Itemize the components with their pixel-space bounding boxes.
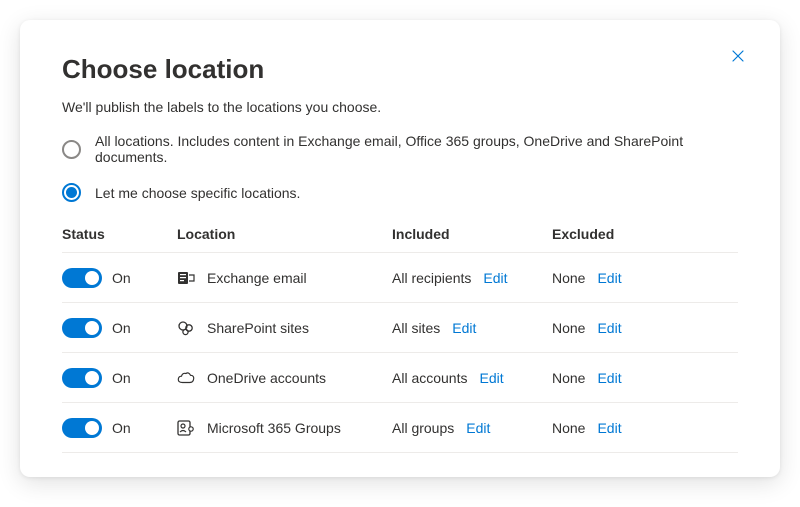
status-label: On	[112, 270, 131, 286]
edit-included-link[interactable]: Edit	[479, 370, 503, 386]
edit-included-link[interactable]: Edit	[452, 320, 476, 336]
table-row: On Exchange email All recipients Edit No…	[62, 253, 738, 303]
status-label: On	[112, 420, 131, 436]
location-name: Exchange email	[207, 270, 307, 286]
m365-groups-icon	[177, 419, 195, 437]
location-name: Microsoft 365 Groups	[207, 420, 341, 436]
included-value: All groups	[392, 420, 454, 436]
status-toggle[interactable]	[62, 268, 102, 288]
locations-table: Status Location Included Excluded On Exc…	[62, 220, 738, 453]
table-header-row: Status Location Included Excluded	[62, 220, 738, 253]
close-button[interactable]	[724, 42, 752, 70]
col-excluded: Excluded	[552, 226, 738, 242]
page-title: Choose location	[62, 54, 738, 85]
radio-specific-locations[interactable]: Let me choose specific locations.	[62, 183, 738, 202]
radio-circle-selected-icon	[62, 183, 81, 202]
radio-specific-label: Let me choose specific locations.	[95, 185, 300, 201]
col-included: Included	[392, 226, 552, 242]
excluded-value: None	[552, 420, 585, 436]
page-subtitle: We'll publish the labels to the location…	[62, 99, 738, 115]
status-toggle[interactable]	[62, 368, 102, 388]
edit-excluded-link[interactable]: Edit	[597, 370, 621, 386]
close-icon	[732, 50, 744, 62]
included-value: All accounts	[392, 370, 467, 386]
table-row: On OneDrive accounts All accounts Edit N…	[62, 353, 738, 403]
col-status: Status	[62, 226, 177, 242]
exchange-icon	[177, 269, 195, 287]
table-row: On SharePoint sites All sites Edit None …	[62, 303, 738, 353]
col-location: Location	[177, 226, 392, 242]
sharepoint-icon	[177, 319, 195, 337]
excluded-value: None	[552, 320, 585, 336]
status-toggle[interactable]	[62, 418, 102, 438]
edit-excluded-link[interactable]: Edit	[597, 420, 621, 436]
excluded-value: None	[552, 370, 585, 386]
status-toggle[interactable]	[62, 318, 102, 338]
location-name: OneDrive accounts	[207, 370, 326, 386]
radio-all-label: All locations. Includes content in Excha…	[95, 133, 738, 165]
excluded-value: None	[552, 270, 585, 286]
edit-included-link[interactable]: Edit	[483, 270, 507, 286]
radio-circle-icon	[62, 140, 81, 159]
status-label: On	[112, 370, 131, 386]
edit-excluded-link[interactable]: Edit	[597, 270, 621, 286]
edit-included-link[interactable]: Edit	[466, 420, 490, 436]
included-value: All recipients	[392, 270, 471, 286]
status-label: On	[112, 320, 131, 336]
included-value: All sites	[392, 320, 440, 336]
location-name: SharePoint sites	[207, 320, 309, 336]
radio-all-locations[interactable]: All locations. Includes content in Excha…	[62, 133, 738, 165]
edit-excluded-link[interactable]: Edit	[597, 320, 621, 336]
choose-location-panel: Choose location We'll publish the labels…	[20, 20, 780, 477]
table-row: On Microsoft 365 Groups All groups Edit …	[62, 403, 738, 453]
onedrive-icon	[177, 369, 195, 387]
